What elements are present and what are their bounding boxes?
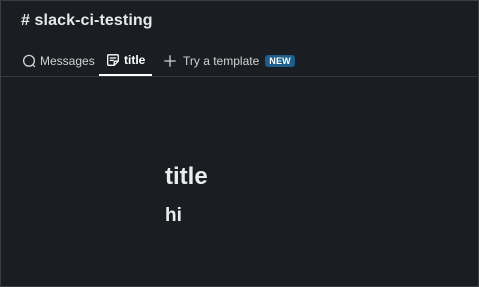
tab-canvas-title[interactable]: title xyxy=(99,45,153,76)
channel-title[interactable]: # slack-ci-testing xyxy=(21,12,153,30)
chat-bubble-icon xyxy=(22,54,36,68)
plus-icon xyxy=(164,54,176,67)
tab-messages[interactable]: Messages xyxy=(22,45,95,76)
tab-canvas-label: title xyxy=(124,52,146,67)
channel-header: # slack-ci-testing Messages title Try a … xyxy=(1,1,478,77)
tab-template-label: Try a template xyxy=(183,53,260,68)
slack-window: # slack-ci-testing Messages title Try a … xyxy=(0,0,479,287)
canvas-subheading[interactable]: hi xyxy=(165,204,208,228)
channel-tabs: Messages title Try a template NEW xyxy=(1,45,478,76)
canvas-document[interactable]: title hi xyxy=(165,161,208,228)
canvas-heading[interactable]: title xyxy=(165,161,208,193)
tab-try-template[interactable]: Try a template NEW xyxy=(164,45,295,76)
tab-messages-label: Messages xyxy=(40,53,95,68)
new-badge: NEW xyxy=(265,54,295,67)
canvas-icon xyxy=(106,53,120,67)
